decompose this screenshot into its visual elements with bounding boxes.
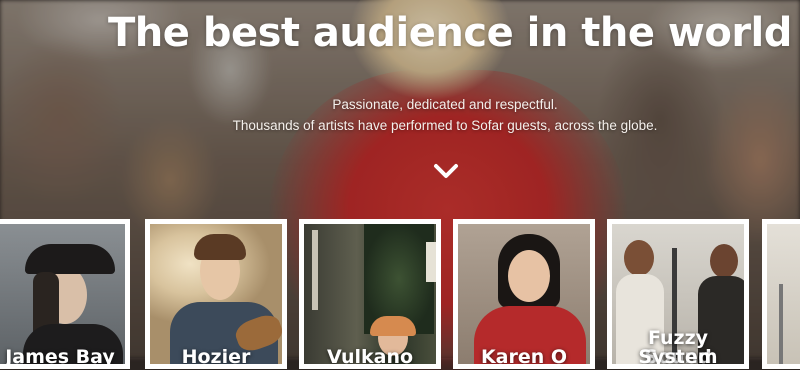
artist-name: Hozier <box>181 346 251 365</box>
artist-name-line2: System <box>638 346 718 365</box>
chevron-down-icon[interactable] <box>433 158 459 184</box>
artist-photo: Hozier <box>150 224 282 364</box>
artist-card-karen-o[interactable]: Karen O <box>453 219 595 369</box>
artist-card-fuzzy-sound-system[interactable]: Fuzzy Sound System <box>607 219 749 369</box>
artist-card-next[interactable] <box>762 219 800 369</box>
artist-photo: Karen O <box>458 224 590 364</box>
artist-card-james-bay[interactable]: James Bay <box>0 219 130 369</box>
artist-photo: Fuzzy Sound System <box>612 224 744 364</box>
hero-subtitle-line1: Passionate, dedicated and respectful. <box>332 97 558 112</box>
artist-name: Karen O <box>480 346 568 365</box>
artist-photo <box>767 224 800 364</box>
hero-subtitle-line2: Thousands of artists have performed to S… <box>232 118 658 133</box>
artist-photo: James Bay <box>0 224 125 364</box>
hero-title: The best audience in the world <box>108 10 792 56</box>
artist-carousel: James Bay Hozier Vulkano Karen O Fuzzy S… <box>0 219 800 369</box>
artist-card-hozier[interactable]: Hozier <box>145 219 287 369</box>
artist-photo: Vulkano <box>304 224 436 364</box>
artist-name: Vulkano <box>326 346 414 365</box>
artist-name: James Bay <box>5 346 115 365</box>
artist-card-vulkano[interactable]: Vulkano <box>299 219 441 369</box>
